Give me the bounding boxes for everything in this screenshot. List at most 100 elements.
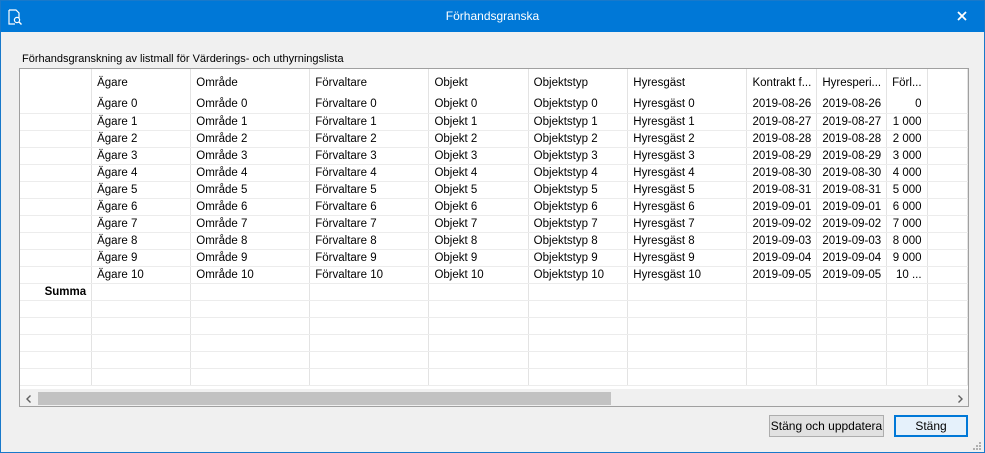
- scroll-left-button[interactable]: [20, 390, 37, 406]
- table-cell[interactable]: Område 10: [190, 266, 311, 284]
- table-row[interactable]: Ägare 6 Område 6 Förvaltare 6 Objekt 6 Objek…: [20, 198, 968, 216]
- table-cell[interactable]: 2019-09-04: [816, 249, 888, 267]
- table-cell[interactable]: 9 000: [886, 249, 928, 267]
- close-window-button[interactable]: [940, 1, 984, 32]
- table-row[interactable]: Ägare 3 Område 3 Förvaltare 3 Objekt 3 Objek…: [20, 147, 968, 165]
- table-cell[interactable]: Förvaltare 1: [309, 113, 430, 131]
- table-cell[interactable]: [927, 283, 968, 301]
- table-cell[interactable]: 4 000: [886, 164, 928, 182]
- table-cell[interactable]: 2019-09-04: [746, 249, 818, 267]
- column-header[interactable]: Hyresperi...: [816, 69, 888, 96]
- row-header[interactable]: [20, 113, 93, 131]
- table-cell[interactable]: Ägare 1: [91, 113, 192, 131]
- table-cell[interactable]: Ägare 9: [91, 249, 192, 267]
- table-cell[interactable]: Hyresgäst 7: [627, 215, 748, 233]
- table-cell[interactable]: Objektstyp 4: [528, 164, 629, 182]
- table-cell[interactable]: Objekt 2: [428, 130, 529, 148]
- table-cell[interactable]: Objekt 9: [428, 249, 529, 267]
- table-row[interactable]: Ägare 10 Område 10 Förvaltare 10 Objekt 10 O…: [20, 266, 968, 284]
- table-cell[interactable]: Ägare 0: [91, 96, 192, 114]
- row-header[interactable]: [20, 181, 93, 199]
- table-cell[interactable]: Hyresgäst 6: [627, 198, 748, 216]
- table-cell[interactable]: Förvaltare 10: [309, 266, 430, 284]
- row-header[interactable]: [20, 266, 93, 284]
- row-header[interactable]: [20, 249, 93, 267]
- scroll-right-button[interactable]: [951, 390, 968, 406]
- table-cell[interactable]: Objekt 8: [428, 232, 529, 250]
- table-cell[interactable]: 2019-09-05: [746, 266, 818, 284]
- table-cell[interactable]: 2019-08-30: [816, 164, 888, 182]
- table-cell[interactable]: 5 000: [886, 181, 928, 199]
- table-cell[interactable]: Område 2: [190, 130, 311, 148]
- resize-grip-icon[interactable]: [972, 440, 982, 450]
- table-cell[interactable]: Ägare 10: [91, 266, 192, 284]
- table-cell[interactable]: 2 000: [886, 130, 928, 148]
- table-row[interactable]: Ägare 4 Område 4 Förvaltare 4 Objekt 4 Objek…: [20, 164, 968, 182]
- table-cell[interactable]: Område 3: [190, 147, 311, 165]
- horizontal-scrollbar[interactable]: [20, 389, 968, 406]
- table-row[interactable]: Ägare 5 Område 5 Förvaltare 5 Objekt 5 Objek…: [20, 181, 968, 199]
- table-cell[interactable]: Objektstyp 7: [528, 215, 629, 233]
- table-cell[interactable]: Område 5: [190, 181, 311, 199]
- table-cell[interactable]: Förvaltare 4: [309, 164, 430, 182]
- close-and-update-button[interactable]: Stäng och uppdatera: [769, 415, 884, 437]
- table-cell[interactable]: Förvaltare 3: [309, 147, 430, 165]
- table-cell[interactable]: [91, 283, 192, 301]
- row-header[interactable]: [20, 147, 93, 165]
- table-row[interactable]: Ägare 1 Område 1 Förvaltare 1 Objekt 1 Objek…: [20, 113, 968, 131]
- table-cell[interactable]: 6 000: [886, 198, 928, 216]
- row-header[interactable]: [20, 130, 93, 148]
- table-cell[interactable]: Förvaltare 6: [309, 198, 430, 216]
- table-cell[interactable]: 2019-09-01: [816, 198, 888, 216]
- table-cell[interactable]: Objektstyp 3: [528, 147, 629, 165]
- table-cell[interactable]: [190, 283, 311, 301]
- table-cell[interactable]: 1 000: [886, 113, 928, 131]
- table-cell[interactable]: Ägare 6: [91, 198, 192, 216]
- close-button[interactable]: Stäng: [894, 415, 968, 437]
- row-header[interactable]: [20, 164, 93, 182]
- table-cell[interactable]: 2019-09-01: [746, 198, 818, 216]
- table-cell[interactable]: Objekt 6: [428, 198, 529, 216]
- table-cell[interactable]: Förvaltare 8: [309, 232, 430, 250]
- table-cell[interactable]: 2019-09-02: [746, 215, 818, 233]
- table-row[interactable]: Ägare 7 Område 7 Förvaltare 7 Objekt 7 Objek…: [20, 215, 968, 233]
- table-row[interactable]: Ägare 2 Område 2 Förvaltare 2 Objekt 2 Objek…: [20, 130, 968, 148]
- table-cell[interactable]: Objektstyp 1: [528, 113, 629, 131]
- table-cell[interactable]: Hyresgäst 8: [627, 232, 748, 250]
- table-cell[interactable]: Område 1: [190, 113, 311, 131]
- table-cell[interactable]: 7 000: [886, 215, 928, 233]
- table-cell[interactable]: Hyresgäst 9: [627, 249, 748, 267]
- table-cell[interactable]: [428, 283, 529, 301]
- table-cell[interactable]: Hyresgäst 0: [627, 96, 748, 114]
- table-cell[interactable]: Objekt 3: [428, 147, 529, 165]
- table-cell[interactable]: Hyresgäst 10: [627, 266, 748, 284]
- table-cell[interactable]: [528, 283, 629, 301]
- table-cell[interactable]: 2019-09-05: [816, 266, 888, 284]
- table-cell[interactable]: 2019-08-29: [746, 147, 818, 165]
- table-cell[interactable]: Hyresgäst 3: [627, 147, 748, 165]
- table-cell[interactable]: 2019-08-29: [816, 147, 888, 165]
- table-row[interactable]: Ägare 8 Område 8 Förvaltare 8 Objekt 8 Objek…: [20, 232, 968, 250]
- table-cell[interactable]: 3 000: [886, 147, 928, 165]
- column-header[interactable]: Objektstyp: [528, 69, 629, 96]
- table-cell[interactable]: 2019-08-27: [816, 113, 888, 131]
- table-cell[interactable]: Ägare 7: [91, 215, 192, 233]
- table-cell[interactable]: Objektstyp 6: [528, 198, 629, 216]
- table-cell[interactable]: Förvaltare 2: [309, 130, 430, 148]
- table-cell[interactable]: [627, 283, 748, 301]
- table-cell[interactable]: Objektstyp 8: [528, 232, 629, 250]
- table-cell[interactable]: Objekt 7: [428, 215, 529, 233]
- scrollbar-thumb[interactable]: [38, 392, 611, 405]
- table-cell[interactable]: Objekt 5: [428, 181, 529, 199]
- table-cell[interactable]: Förvaltare 0: [309, 96, 430, 114]
- table-cell[interactable]: 2019-08-26: [746, 96, 818, 114]
- table-row[interactable]: Ägare 0 Område 0 Förvaltare 0 Objekt 0 Objek…: [20, 96, 968, 114]
- table-cell[interactable]: Område 8: [190, 232, 311, 250]
- table-cell[interactable]: 0: [886, 96, 928, 114]
- table-cell[interactable]: Objekt 10: [428, 266, 529, 284]
- table-cell[interactable]: 2019-08-26: [816, 96, 888, 114]
- table-cell[interactable]: Hyresgäst 5: [627, 181, 748, 199]
- table-cell[interactable]: Område 7: [190, 215, 311, 233]
- column-header[interactable]: Objekt: [428, 69, 529, 96]
- table-cell[interactable]: [746, 283, 818, 301]
